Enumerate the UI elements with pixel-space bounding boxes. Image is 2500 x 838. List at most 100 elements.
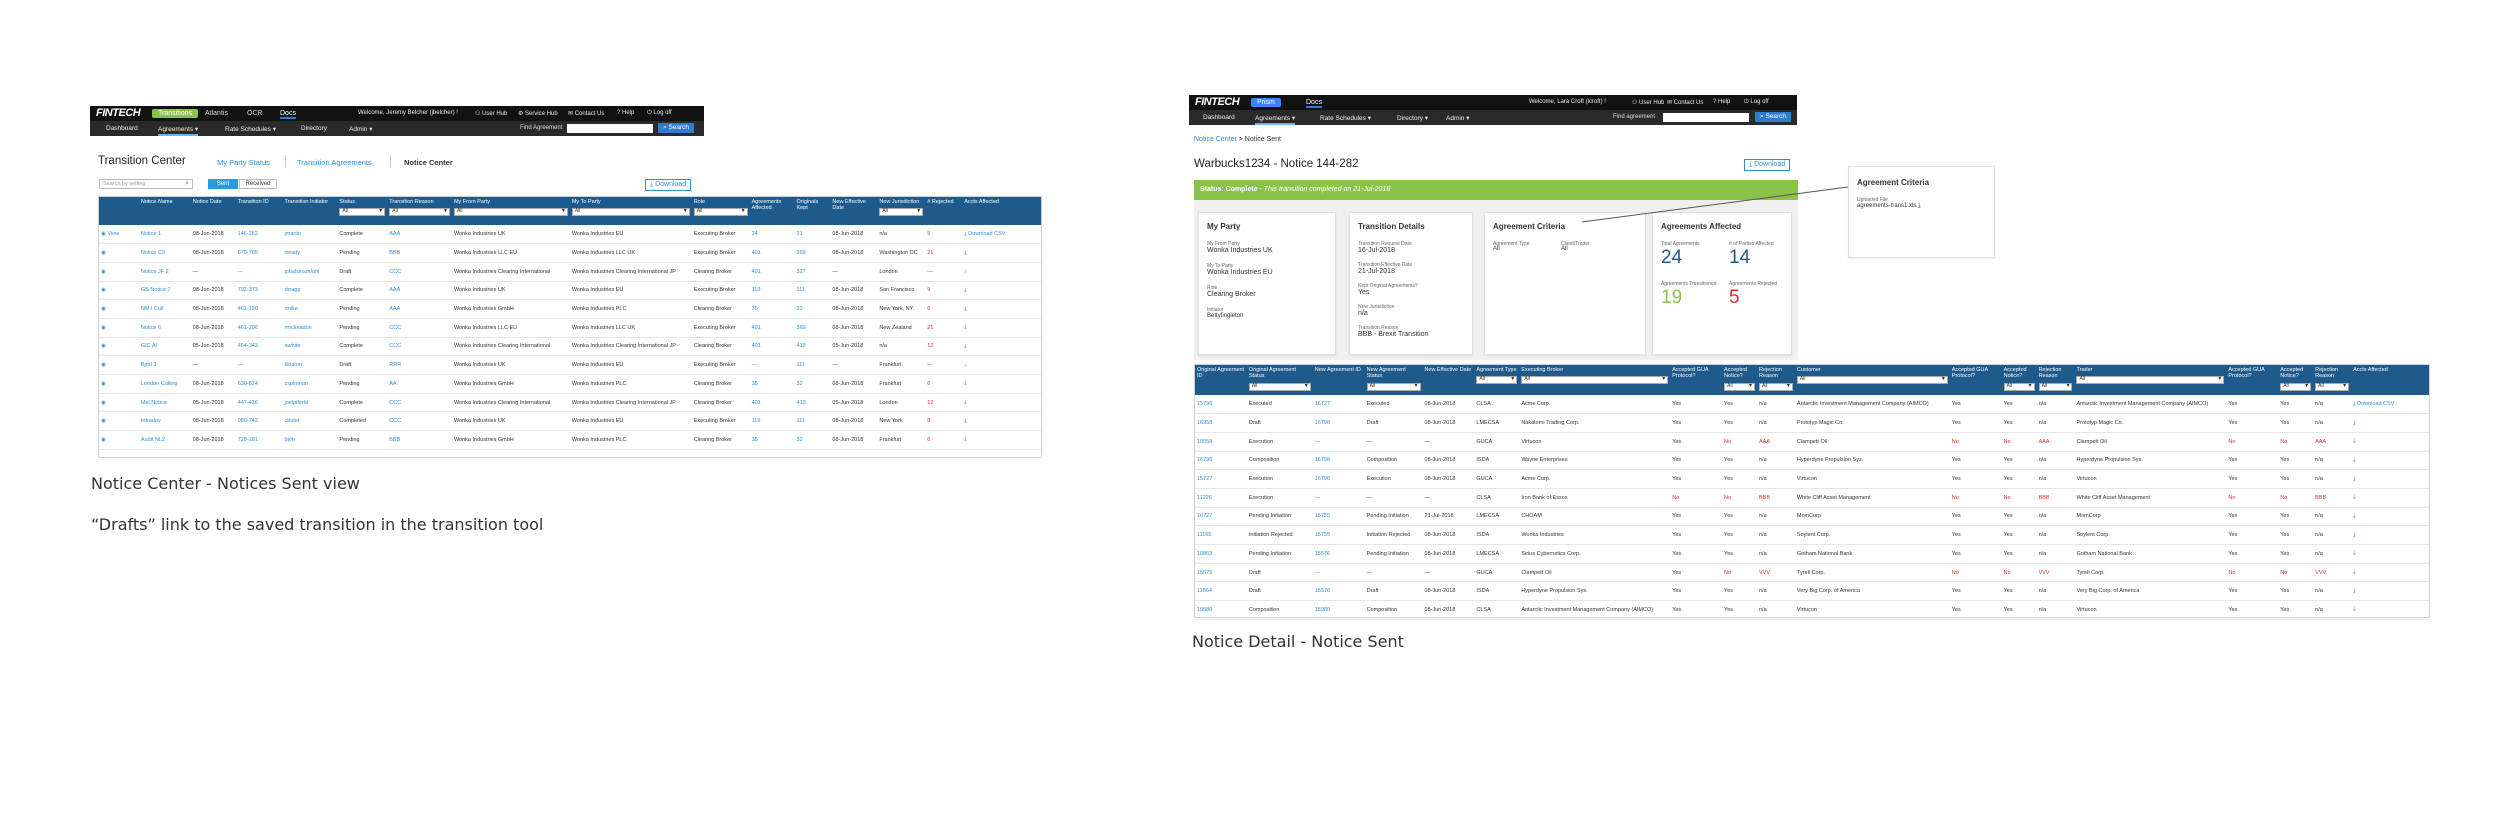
col-new-status[interactable]: New Agreement Status All (1364, 365, 1423, 395)
trader-notice-filter[interactable]: All (2280, 382, 2312, 391)
table-cell[interactable]: 111 (794, 355, 831, 375)
table-cell[interactable]: — (235, 262, 283, 282)
table-cell[interactable]: 369 (794, 243, 831, 263)
left-search-button[interactable]: ⌕ Search (658, 123, 695, 133)
table-row[interactable]: 10580 Composition 15980 Composition 08-Jun-2… (1195, 600, 2429, 620)
left-col-from-party[interactable]: My From Party All (451, 197, 570, 225)
table-cell[interactable]: Bjnd 3 (138, 355, 191, 375)
new-status-filter[interactable]: All (1366, 382, 1421, 391)
table-row[interactable]: ◉ Bjnd 3— — kkiaton Draft RRR Wonka Industrie… (99, 355, 1041, 375)
table-cell[interactable]: 32 (794, 374, 831, 394)
download-icon[interactable]: ⤓ (2353, 606, 2355, 612)
table-cell[interactable]: 401 (749, 262, 795, 282)
download-icon[interactable]: ⤓ (964, 324, 966, 330)
download-icon[interactable]: ⤓ (2353, 494, 2355, 500)
right-find-input[interactable] (1663, 113, 1749, 122)
left-tab-notice-center[interactable]: Notice Center (404, 158, 453, 167)
table-cell[interactable]: Intraday (138, 411, 191, 432)
table-cell[interactable]: jpbalsinsm/ohl (282, 262, 338, 282)
table-cell[interactable]: AAA (387, 299, 452, 319)
table-cell[interactable]: 630-824 (235, 374, 283, 394)
table-cell[interactable]: 401 (749, 318, 795, 338)
download-icon[interactable]: ⤓ (964, 418, 966, 424)
col-accts-affected[interactable]: Accts Affected (2351, 365, 2429, 395)
table-cell[interactable]: 401 (749, 243, 795, 263)
col-new-id[interactable]: New Agreement ID (1312, 365, 1365, 395)
table-cell[interactable]: 35 (749, 374, 795, 394)
table-cell[interactable]: CCC (387, 411, 452, 432)
table-cell[interactable]: GS Notice 7 (138, 281, 191, 301)
left-col-jurisdiction[interactable]: New Jurisdiction All (877, 197, 926, 225)
col-customer-rejection[interactable]: Rejection Reason All (2036, 365, 2075, 395)
left-received-toggle[interactable]: Received (239, 179, 277, 189)
table-row[interactable]: ◉ Audit NL2 08-Jun-2018 728-181 bjoh Pending… (99, 430, 1041, 450)
col-trader-rejection[interactable]: Rejection Reason All (2313, 365, 2352, 395)
to-party-filter[interactable]: All (571, 208, 690, 217)
jurisdiction-filter[interactable]: All (879, 208, 924, 217)
col-new-effective[interactable]: New Effective Date (1422, 365, 1475, 395)
left-search-field[interactable]: Search by setting ⌕ (99, 179, 193, 189)
col-customer-gua[interactable]: Accepted GUA Protocol? (1949, 365, 2002, 395)
table-cell[interactable]: 15576 (1312, 544, 1365, 564)
left-col-effective[interactable]: New Effective Date (830, 197, 878, 225)
col-broker-gua[interactable]: Accepted GUA Protocol? (1670, 365, 1723, 395)
table-cell[interactable]: bjoh (282, 430, 338, 450)
table-cell[interactable]: — (1312, 488, 1365, 508)
table-row[interactable]: 15727 Execution 16796 Execution 08-Jun-2018 G… (1195, 469, 2429, 489)
trader-filter[interactable]: All (2076, 376, 2225, 385)
table-cell[interactable]: cspinman (282, 374, 338, 394)
right-user-hub-link[interactable]: ⚇ User Hub (1632, 99, 1664, 106)
table-cell[interactable]: 461-206 (235, 318, 283, 338)
status-filter[interactable]: All (339, 208, 386, 217)
table-row[interactable]: ◉ Intraday 08-Jun-2018 980-742 cbutel Comple… (99, 411, 1041, 432)
left-tab-atlantis[interactable]: Atlantis (205, 110, 228, 117)
eye-icon[interactable]: ◉ (101, 325, 106, 331)
table-cell[interactable]: — (749, 355, 795, 375)
eye-icon[interactable]: ◉ (101, 269, 106, 275)
table-cell[interactable]: GIC Al (138, 337, 191, 357)
right-help-link[interactable]: ? Help (1713, 99, 1730, 105)
left-col-role[interactable]: Role All (691, 197, 750, 225)
table-cell[interactable]: 119 (749, 411, 795, 432)
table-cell[interactable]: BBB (387, 243, 452, 263)
download-icon[interactable]: ⤓ (2353, 588, 2355, 594)
customer-rejection-filter[interactable]: All (2038, 382, 2073, 391)
right-download-button[interactable]: ⤓ Download (1744, 159, 1791, 171)
table-cell[interactable]: rmike (282, 299, 338, 319)
table-cell[interactable]: kkiaton (282, 355, 338, 375)
table-cell[interactable]: Notice JF 2 (138, 262, 191, 282)
table-cell[interactable]: 464-343 (235, 337, 283, 357)
col-broker-rejection[interactable]: Rejection Reason All (1756, 365, 1795, 395)
table-cell[interactable]: 369 (794, 318, 831, 338)
table-row[interactable]: ◉ View Notice 1 08-Jun-2018 146-282 jmartin C… (99, 225, 1041, 245)
table-cell[interactable]: Notice C3 (138, 243, 191, 263)
table-row[interactable]: 15575 Draft — — — GUCA Clampett Oil Yes No VVV Tyr… (1195, 563, 2429, 583)
trader-rejection-filter[interactable]: All (2315, 382, 2350, 391)
left-tab-transitions[interactable]: Transitions (152, 109, 198, 118)
table-cell[interactable]: 447-436 (235, 393, 283, 413)
breadcrumb-notice-center[interactable]: Notice Center (1194, 136, 1237, 143)
broker-notice-filter[interactable]: All (1724, 382, 1755, 391)
table-row[interactable]: ◉ GIC Al 05-Jun-2018 464-343 awhite Complete… (99, 337, 1041, 357)
left-col-reason[interactable]: Transition Reason All (387, 197, 452, 225)
table-row[interactable]: 10727 Pending Initiation 15755 Pending Init… (1195, 507, 2429, 527)
table-cell[interactable]: rbragg (282, 281, 338, 301)
right-tab-docs[interactable]: Docs (1306, 99, 1322, 108)
download-icon[interactable]: ⤓ (2353, 438, 2355, 444)
download-icon[interactable]: ⤓ (2353, 550, 2355, 556)
table-cell[interactable]: joelpiferld (282, 393, 338, 413)
table-row[interactable]: ◉ London Calling 08-Jun-2018 630-824 cspinm… (99, 374, 1041, 394)
col-trader-gua[interactable]: Accepted GUA Protocol? (2226, 365, 2279, 395)
reason-filter[interactable]: All (389, 208, 450, 217)
table-cell[interactable]: 16798 (1312, 451, 1365, 471)
table-cell[interactable]: 16958 (1195, 413, 1247, 433)
table-cell[interactable]: 413 (794, 393, 831, 413)
table-cell[interactable]: 146-282 (235, 225, 283, 245)
table-cell[interactable]: 401 (749, 393, 795, 413)
right-nav-directory[interactable]: Directory ▾ (1397, 114, 1428, 122)
table-cell[interactable]: 21 (794, 225, 831, 245)
left-col-kept[interactable]: Originals Kept (794, 197, 831, 225)
eye-icon[interactable]: ◉ (101, 400, 106, 406)
download-icon[interactable]: ⤓ (964, 380, 966, 386)
download-csv-link[interactable]: Download CSV (968, 231, 1005, 237)
